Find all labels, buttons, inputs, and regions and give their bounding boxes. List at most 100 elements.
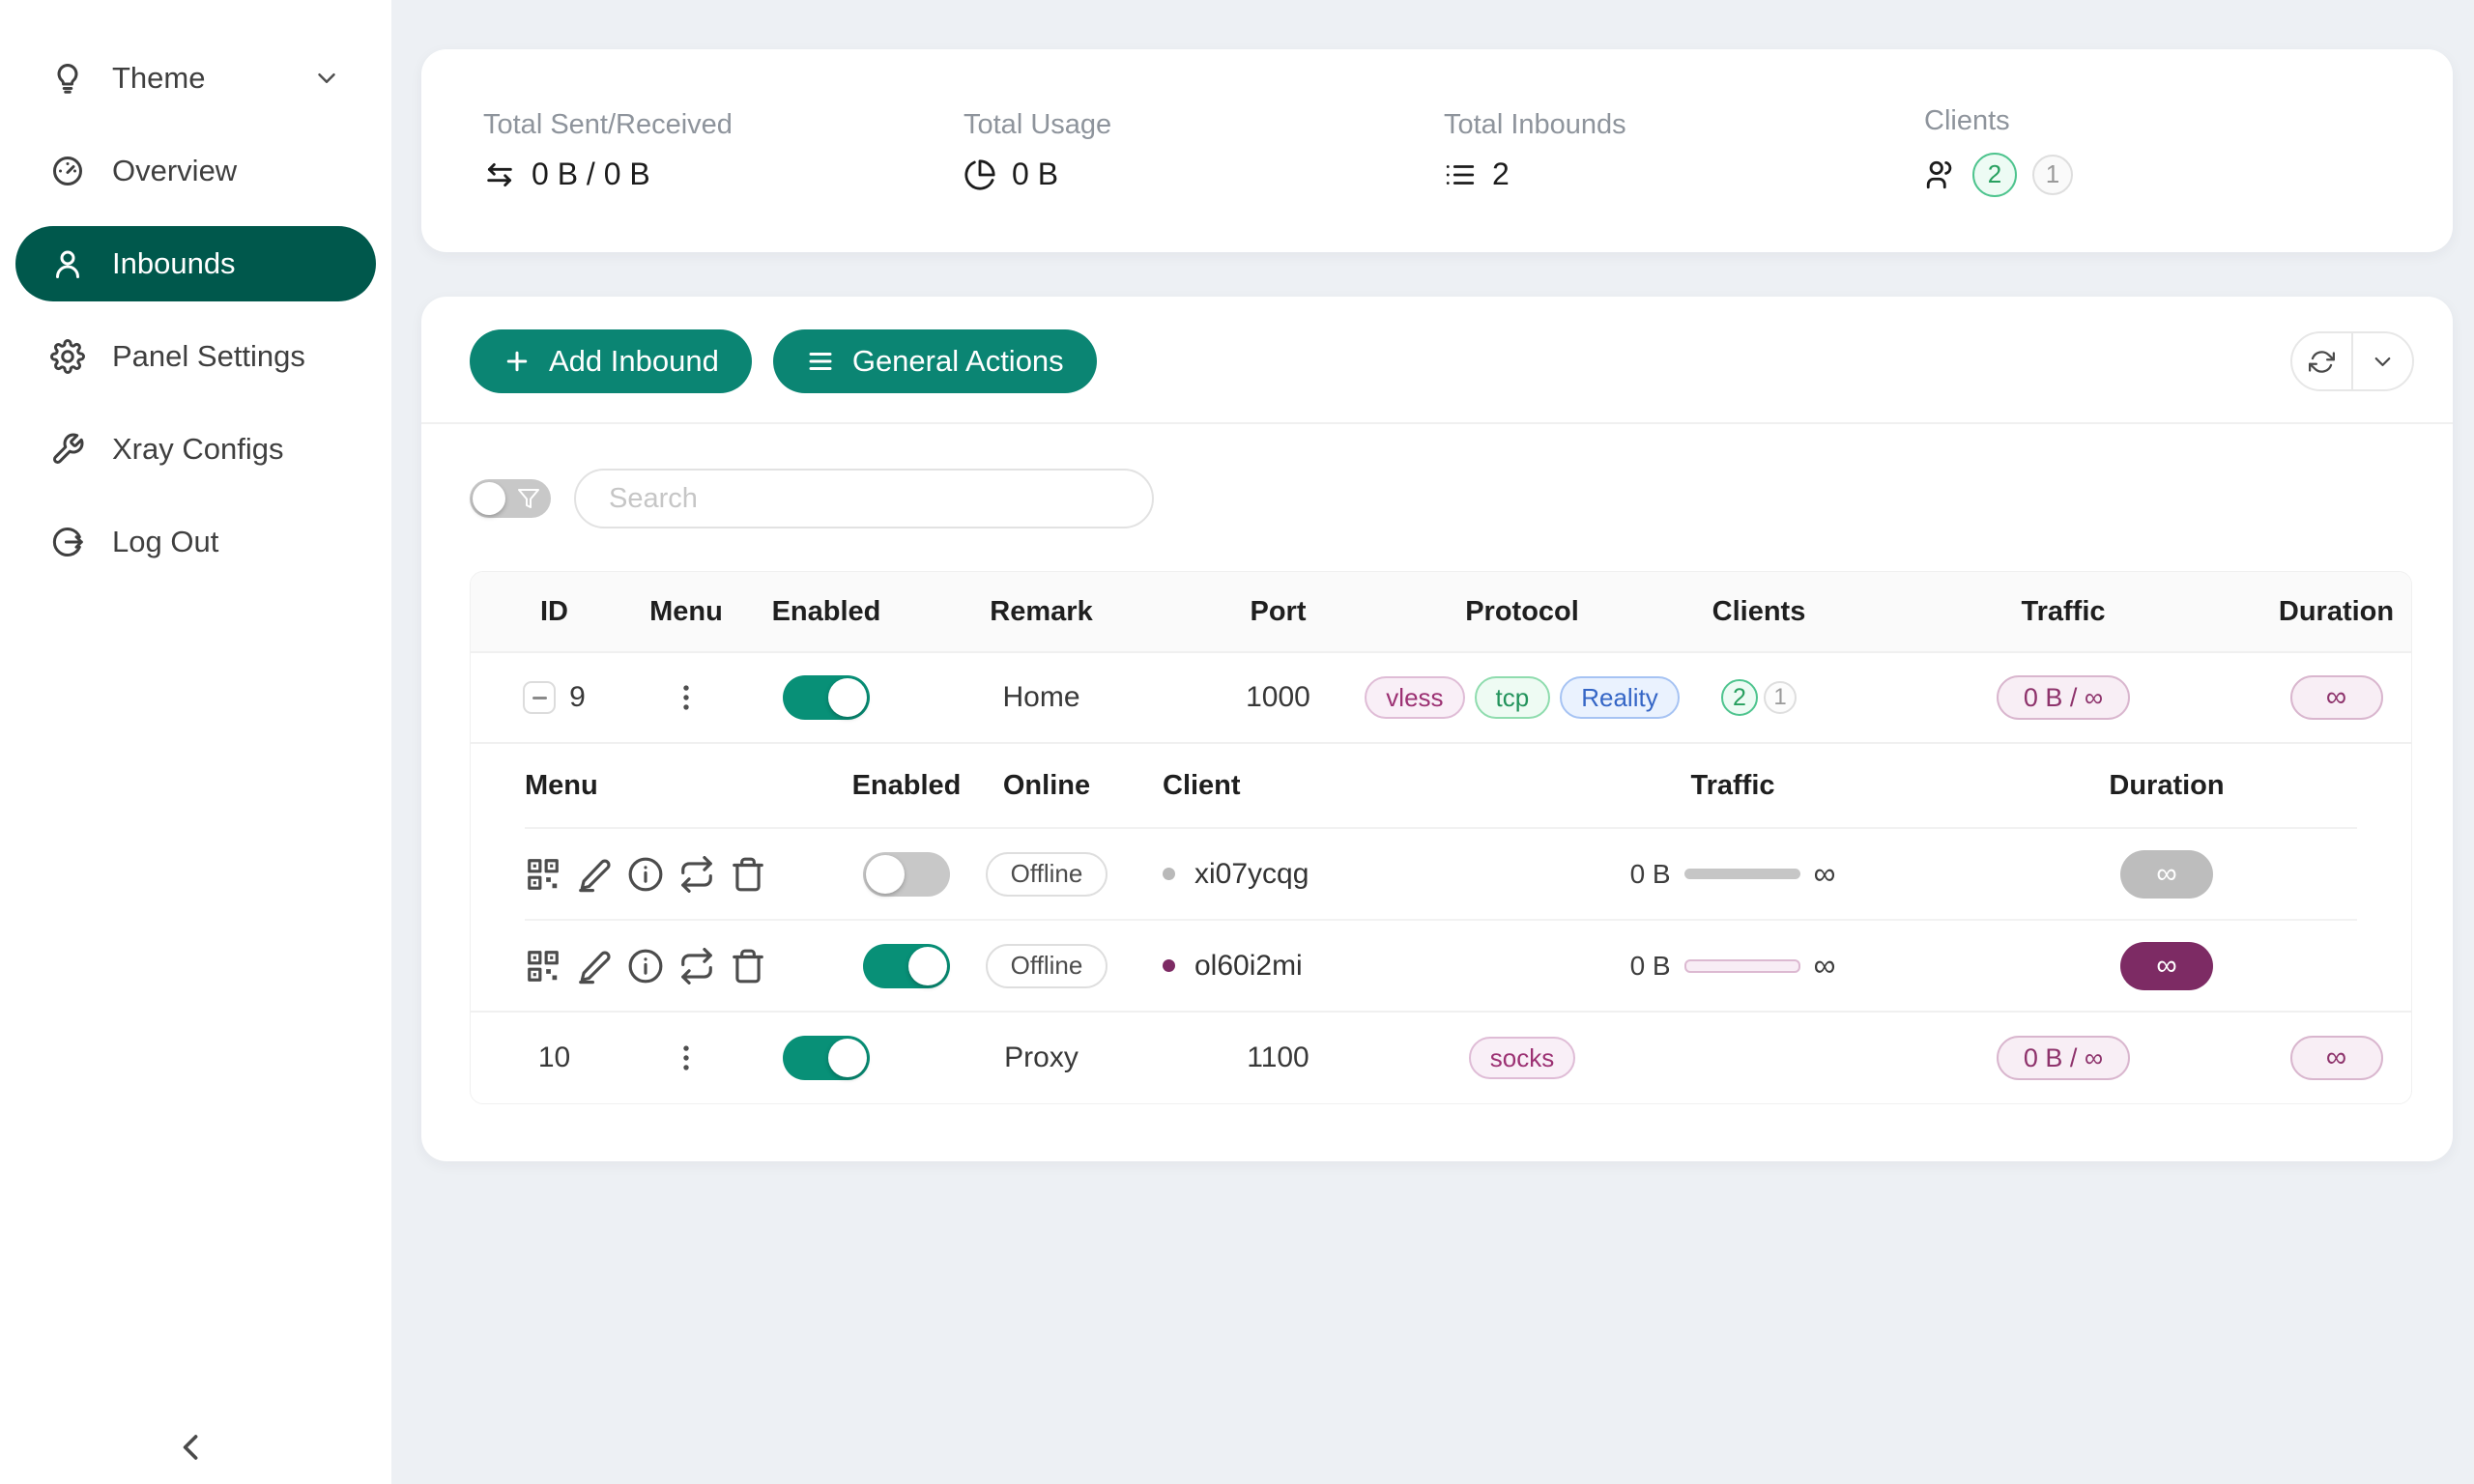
chevron-down-icon (312, 64, 341, 93)
online-status-badge: Offline (986, 852, 1108, 897)
qrcode-button[interactable] (525, 948, 561, 985)
stat-label: Total Sent/Received (483, 109, 964, 141)
sidebar-item-inbounds[interactable]: Inbounds (15, 226, 376, 301)
sidebar-item-label: Inbounds (112, 246, 236, 281)
edit-button[interactable] (576, 948, 613, 985)
col-header-menu: Menu (638, 596, 734, 628)
row-menu-button[interactable] (670, 1042, 703, 1074)
add-inbound-button[interactable]: Add Inbound (470, 329, 752, 393)
sidebar-item-theme[interactable]: Theme (15, 41, 376, 116)
toggle-knob (866, 855, 905, 894)
toggle-knob (828, 1039, 867, 1077)
chevron-down-icon (2370, 349, 2396, 375)
info-button[interactable] (627, 948, 664, 985)
toggle-knob (908, 947, 947, 985)
sidebar-item-xray-configs[interactable]: Xray Configs (15, 412, 376, 487)
inbound-enabled-toggle[interactable] (783, 1036, 870, 1080)
client-duration-pill: ∞ (2120, 850, 2213, 899)
clients-active-badge: 2 (1721, 679, 1758, 716)
inbound-id: 9 (569, 681, 586, 714)
row-menu-button[interactable] (670, 681, 703, 714)
user-icon (50, 246, 85, 281)
client-status-dot (1163, 868, 1175, 880)
filter-funnel-icon (517, 487, 540, 510)
col-header-port: Port (1165, 596, 1392, 628)
subcol-header-client: Client (1124, 770, 1491, 802)
logout-icon (50, 525, 85, 559)
transfer-arrows-icon (483, 158, 516, 191)
client-status-dot (1163, 959, 1175, 972)
sidebar-item-label: Theme (112, 61, 205, 96)
sidebar-item-log-out[interactable]: Log Out (15, 504, 376, 580)
general-actions-button[interactable]: General Actions (773, 329, 1097, 393)
dashboard-icon (50, 154, 85, 188)
subcol-header-duration: Duration (1974, 770, 2359, 802)
col-header-enabled: Enabled (734, 596, 918, 628)
col-header-clients: Clients (1653, 596, 1865, 628)
table-row: 9 Home 1000 vless tcp Realit (471, 653, 2411, 744)
sidebar: Theme Overview Inbounds Panel Settings (0, 0, 391, 1484)
toggle-knob (828, 678, 867, 717)
info-button[interactable] (627, 856, 664, 893)
inbound-port: 1100 (1165, 1042, 1392, 1074)
stat-label: Clients (1924, 105, 2404, 137)
transport-tag: tcp (1475, 676, 1551, 719)
refresh-icon (2309, 349, 2335, 375)
delete-button[interactable] (730, 856, 766, 893)
col-header-duration: Duration (2261, 596, 2411, 628)
collapse-row-button[interactable] (523, 681, 556, 714)
edit-button[interactable] (576, 856, 613, 893)
refresh-button[interactable] (2292, 333, 2351, 389)
sidebar-item-panel-settings[interactable]: Panel Settings (15, 319, 376, 394)
subcol-header-online: Online (969, 770, 1124, 802)
sidebar-item-label: Xray Configs (112, 432, 283, 467)
inbound-port: 1000 (1165, 681, 1392, 714)
sidebar-item-label: Panel Settings (112, 339, 305, 374)
clients-subtable: Menu Enabled Online Client Traffic Durat… (471, 744, 2411, 1013)
client-enabled-toggle[interactable] (863, 944, 950, 988)
delete-button[interactable] (730, 948, 766, 985)
subtable-header-row: Menu Enabled Online Client Traffic Durat… (525, 744, 2357, 827)
inbounds-panel: Add Inbound General Actions (421, 297, 2453, 1161)
client-enabled-toggle[interactable] (863, 852, 950, 897)
client-row: Offline xi07ycqg 0 B ∞ ∞ (525, 827, 2357, 919)
subcol-header-traffic: Traffic (1491, 770, 1974, 802)
sidebar-item-overview[interactable]: Overview (15, 133, 376, 209)
gear-icon (50, 339, 85, 374)
table-row: 10 Proxy 1100 socks (471, 1013, 2411, 1103)
sidebar-collapse-button[interactable] (166, 1422, 216, 1472)
online-status-badge: Offline (986, 944, 1108, 988)
qrcode-button[interactable] (525, 856, 561, 893)
stat-value: 0 B / 0 B (532, 157, 650, 192)
search-row (421, 424, 2453, 528)
lightbulb-icon (50, 61, 85, 96)
reset-traffic-button[interactable] (678, 856, 715, 893)
duration-pill: ∞ (2290, 675, 2383, 720)
main-content: Total Sent/Received 0 B / 0 B Total Usag… (391, 0, 2474, 1484)
traffic-limit: ∞ (1814, 856, 1836, 892)
traffic-pill: 0 B / ∞ (1997, 1036, 2130, 1080)
stat-value: 2 (1492, 157, 1510, 192)
refresh-interval-dropdown[interactable] (2351, 333, 2412, 389)
inbound-remark: Proxy (918, 1042, 1165, 1074)
minus-icon (532, 697, 547, 699)
subcol-header-menu: Menu (525, 770, 844, 802)
inbound-remark: Home (918, 681, 1165, 714)
traffic-progress-bar (1684, 959, 1800, 973)
traffic-progress-bar (1684, 869, 1800, 879)
toolbar: Add Inbound General Actions (421, 297, 2453, 424)
stats-card: Total Sent/Received 0 B / 0 B Total Usag… (421, 49, 2453, 252)
stat-total-inbounds: Total Inbounds 2 (1444, 109, 1924, 192)
chevron-left-icon (170, 1426, 213, 1469)
inbound-enabled-toggle[interactable] (783, 675, 870, 720)
client-traffic-used: 0 B (1630, 859, 1671, 890)
reset-traffic-button[interactable] (678, 948, 715, 985)
add-inbound-label: Add Inbound (549, 344, 719, 379)
client-name: xi07ycqg (1194, 858, 1309, 891)
search-filter-toggle[interactable] (470, 479, 551, 518)
col-header-id: ID (471, 596, 638, 628)
sidebar-menu: Theme Overview Inbounds Panel Settings (0, 0, 391, 580)
search-input[interactable] (574, 469, 1154, 528)
client-traffic-used: 0 B (1630, 951, 1671, 982)
clients-active-badge: 2 (1972, 153, 2017, 197)
